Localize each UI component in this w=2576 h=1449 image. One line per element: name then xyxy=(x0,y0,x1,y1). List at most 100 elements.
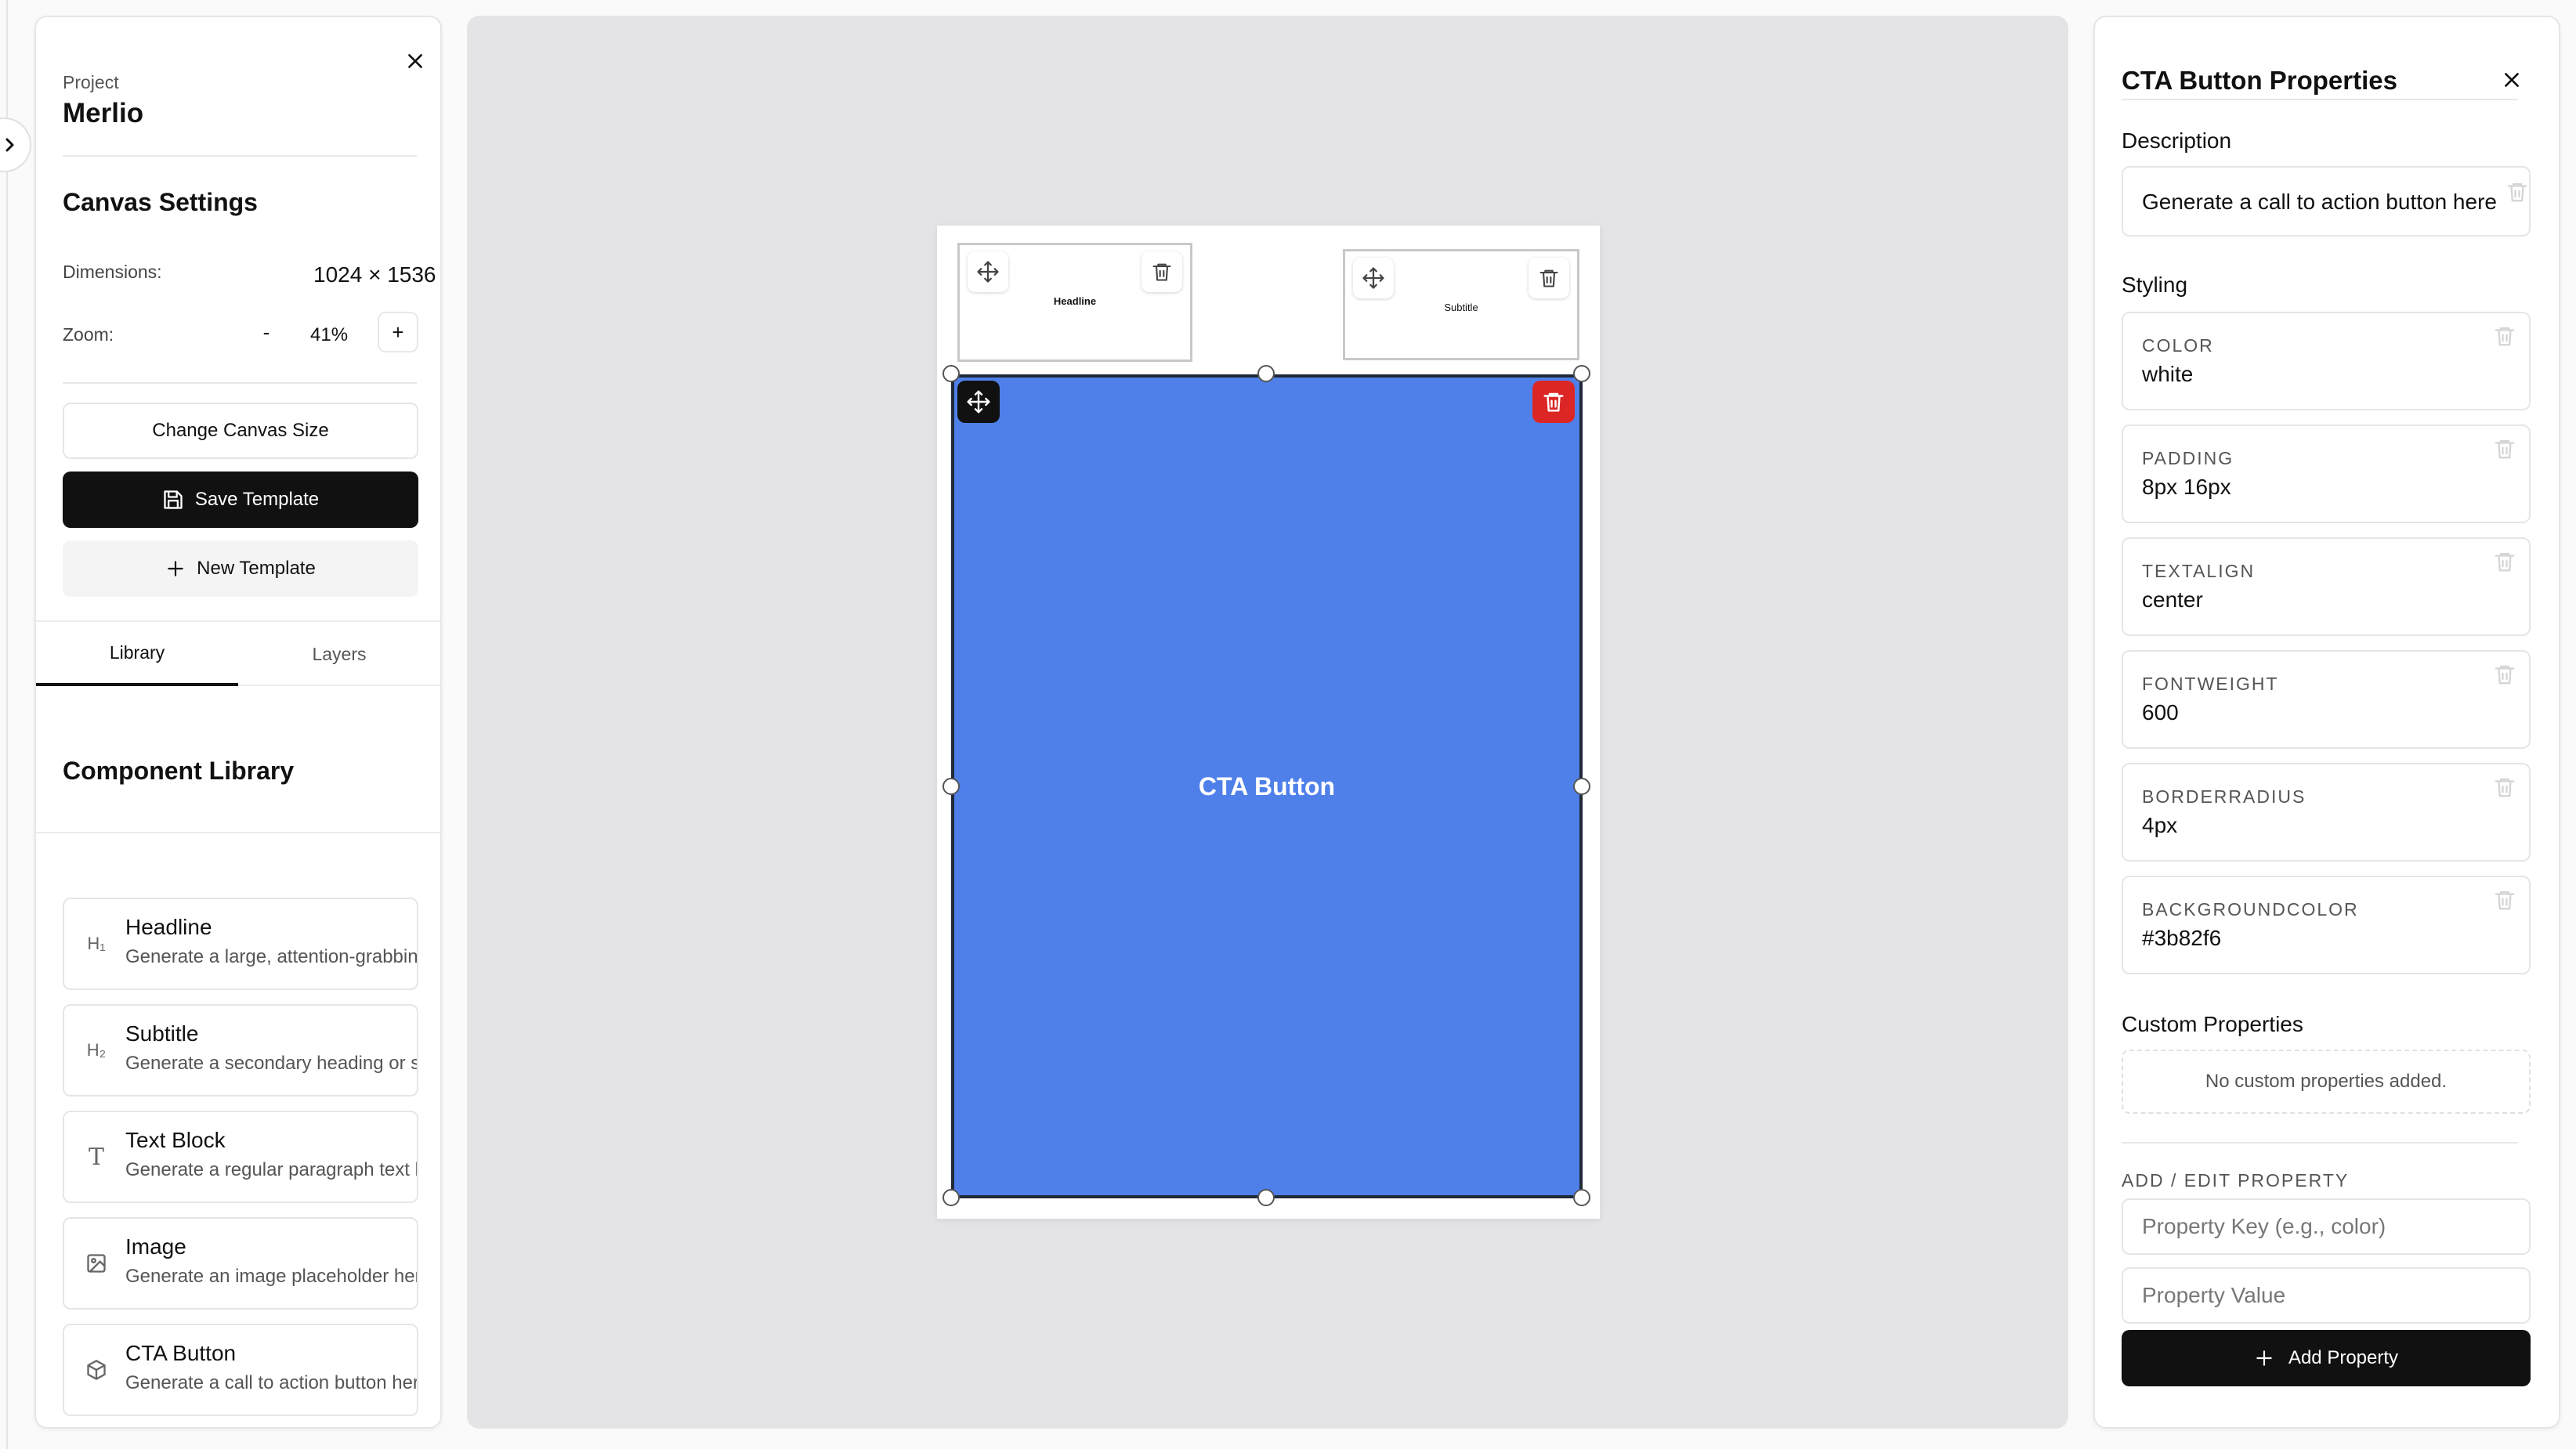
sidebar-tabs: Library Layers xyxy=(36,620,440,686)
library-item-desc: Generate a regular paragraph text block xyxy=(125,1159,417,1180)
close-properties-button[interactable] xyxy=(2496,64,2527,96)
library-item-name: Headline xyxy=(125,915,212,939)
library-item-name: Text Block xyxy=(125,1128,226,1152)
zoom-out-button[interactable]: - xyxy=(246,312,287,352)
chevron-right-icon xyxy=(5,138,14,152)
dimensions-input[interactable]: 1024 × 1536 xyxy=(295,254,440,298)
trash-icon[interactable] xyxy=(2493,775,2516,799)
style-value: center xyxy=(2142,587,2203,612)
canvas-cta-block[interactable]: CTA Button xyxy=(951,374,1583,1198)
cta-move-handle[interactable] xyxy=(957,381,1000,423)
tab-layers[interactable]: Layers xyxy=(238,622,440,686)
move-icon xyxy=(977,261,999,283)
add-edit-property-label: ADD / EDIT PROPERTY xyxy=(2122,1170,2350,1191)
resize-handle-top[interactable] xyxy=(1257,365,1275,382)
project-label: Project xyxy=(63,72,119,92)
style-value: #3b82f6 xyxy=(2142,926,2222,950)
style-property-backgroundcolor[interactable]: BACKGROUNDCOLOR #3b82f6 xyxy=(2122,876,2531,974)
library-item-desc: Generate a large, attention-grabbing hea… xyxy=(125,946,418,967)
library-item-desc: Generate a secondary heading or subtitle xyxy=(125,1053,417,1074)
close-icon xyxy=(2505,73,2519,87)
library-item-subtitle[interactable]: H₂ Subtitle Generate a secondary heading… xyxy=(63,1004,418,1097)
add-property-button[interactable]: Add Property xyxy=(2122,1330,2531,1386)
plus-icon xyxy=(168,561,183,576)
description-label: Description xyxy=(2122,128,2232,153)
zoom-label: Zoom: xyxy=(63,324,114,345)
zoom-in-button[interactable]: + xyxy=(378,312,418,352)
heading-2-icon: H₂ xyxy=(86,1040,107,1060)
resize-handle-bottom-right[interactable] xyxy=(1573,1189,1590,1206)
resize-handle-top-right[interactable] xyxy=(1573,365,1590,382)
heading-1-icon: H₁ xyxy=(87,934,106,953)
resize-handle-right[interactable] xyxy=(1573,778,1590,795)
expand-sidebar-toggle[interactable] xyxy=(0,117,31,172)
move-icon xyxy=(967,390,990,414)
canvas-settings-title: Canvas Settings xyxy=(63,188,258,216)
style-key: COLOR xyxy=(2142,335,2214,356)
resize-handle-bottom-left[interactable] xyxy=(942,1189,960,1206)
trash-icon[interactable] xyxy=(2493,324,2516,348)
cta-text: CTA Button xyxy=(1198,771,1336,800)
library-item-name: Subtitle xyxy=(125,1021,199,1046)
save-icon xyxy=(164,490,183,509)
new-template-button[interactable]: New Template xyxy=(63,540,418,597)
library-item-headline[interactable]: H₁ Headline Generate a large, attention-… xyxy=(63,898,418,990)
property-value-input[interactable] xyxy=(2122,1267,2531,1324)
property-key-input[interactable] xyxy=(2122,1198,2531,1255)
library-item-desc: Generate a call to action button here xyxy=(125,1372,418,1393)
divider xyxy=(2122,1142,2518,1144)
styling-label: Styling xyxy=(2122,273,2188,297)
headline-move-handle[interactable] xyxy=(968,251,1008,292)
trash-icon[interactable] xyxy=(2493,888,2516,912)
library-item-cta-button[interactable]: CTA Button Generate a call to action but… xyxy=(63,1324,418,1416)
trash-icon xyxy=(1152,263,1171,281)
style-property-borderradius[interactable]: BORDERRADIUS 4px xyxy=(2122,763,2531,862)
library-item-image[interactable]: Image Generate an image placeholder here xyxy=(63,1217,418,1310)
tab-library[interactable]: Library xyxy=(36,622,238,686)
style-value: white xyxy=(2142,362,2194,386)
subtitle-delete-button[interactable] xyxy=(1529,258,1569,298)
style-key: FONTWEIGHT xyxy=(2142,674,2279,694)
canvas-headline-block[interactable]: Headline xyxy=(957,243,1192,362)
project-name: Merlio xyxy=(63,98,144,128)
divider xyxy=(63,155,417,157)
description-trash-icon[interactable] xyxy=(2505,180,2529,204)
library-item-text-block[interactable]: T Text Block Generate a regular paragrap… xyxy=(63,1111,418,1203)
trash-icon xyxy=(1543,392,1564,412)
plus-icon xyxy=(2256,1350,2272,1366)
style-key: PADDING xyxy=(2142,448,2234,468)
change-canvas-size-button[interactable]: Change Canvas Size xyxy=(63,403,418,459)
left-sidebar: Project Merlio Canvas Settings Dimension… xyxy=(34,16,442,1429)
canvas-subtitle-block[interactable]: Subtitle xyxy=(1343,249,1579,360)
description-field[interactable]: Generate a call to action button here xyxy=(2122,166,2531,237)
trash-icon[interactable] xyxy=(2493,437,2516,461)
resize-handle-left[interactable] xyxy=(942,778,960,795)
close-icon xyxy=(408,54,422,68)
save-template-button[interactable]: Save Template xyxy=(63,472,418,528)
change-canvas-size-label: Change Canvas Size xyxy=(152,420,329,441)
style-property-color[interactable]: COLOR white xyxy=(2122,312,2531,410)
new-template-label: New Template xyxy=(197,558,316,579)
divider xyxy=(36,832,440,833)
cta-delete-button[interactable] xyxy=(1532,381,1575,423)
resize-handle-bottom[interactable] xyxy=(1257,1189,1275,1206)
style-property-textalign[interactable]: TEXTALIGN center xyxy=(2122,537,2531,636)
custom-properties-empty: No custom properties added. xyxy=(2122,1050,2531,1114)
resize-handle-top-left[interactable] xyxy=(942,365,960,382)
trash-icon[interactable] xyxy=(2493,550,2516,573)
properties-title: CTA Button Properties xyxy=(2122,66,2397,95)
box-icon xyxy=(83,1357,110,1383)
move-icon xyxy=(1362,267,1384,289)
headline-delete-button[interactable] xyxy=(1141,251,1182,292)
trash-icon[interactable] xyxy=(2493,663,2516,686)
style-property-padding[interactable]: PADDING 8px 16px xyxy=(2122,425,2531,523)
zoom-value: 41% xyxy=(310,324,349,345)
library-item-name: Image xyxy=(125,1234,186,1259)
style-property-fontweight[interactable]: FONTWEIGHT 600 xyxy=(2122,650,2531,749)
style-value: 8px 16px xyxy=(2142,475,2231,499)
subtitle-move-handle[interactable] xyxy=(1353,258,1394,298)
trash-icon xyxy=(1539,269,1558,287)
style-key: BACKGROUNDCOLOR xyxy=(2142,899,2359,920)
divider xyxy=(63,382,417,384)
custom-properties-empty-text: No custom properties added. xyxy=(2205,1071,2448,1092)
